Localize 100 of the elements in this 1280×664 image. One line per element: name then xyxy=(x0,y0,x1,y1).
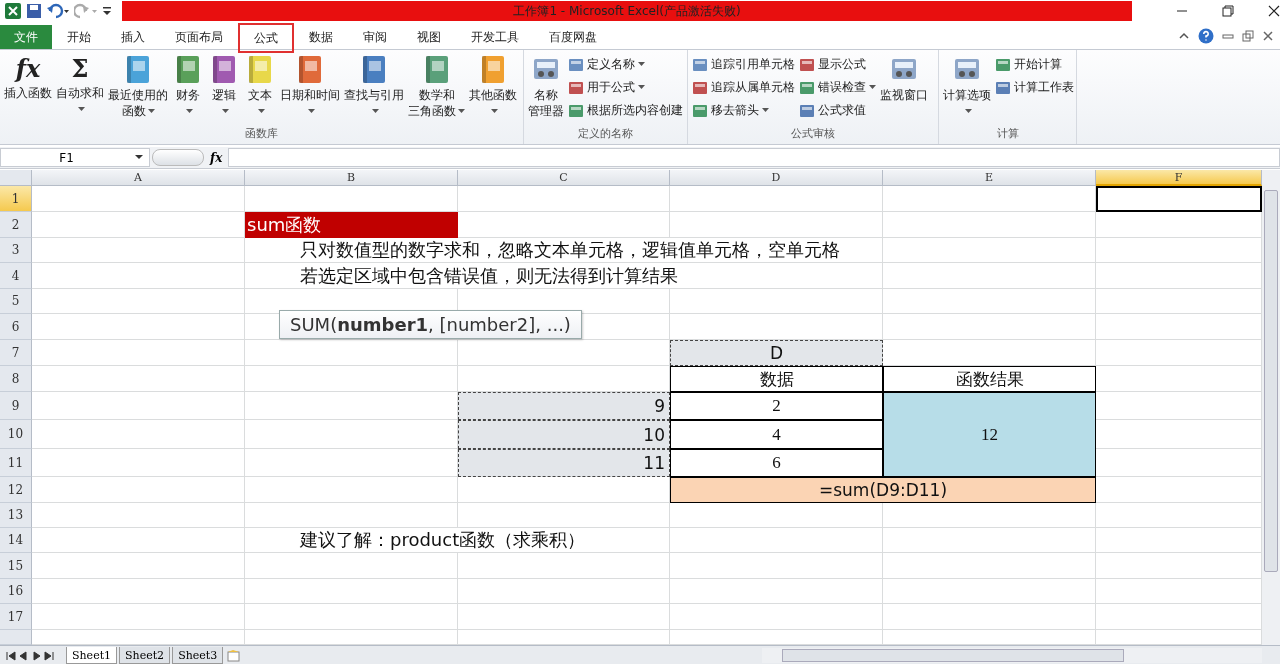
row-header[interactable]: 13 xyxy=(0,503,32,528)
ribbon-button[interactable]: 逻辑 xyxy=(206,53,242,119)
row-number-cell: 11 xyxy=(458,449,670,477)
card-icon xyxy=(995,56,1011,73)
row-header[interactable]: 5 xyxy=(0,289,32,314)
ribbon-button[interactable]: 名称 管理器 xyxy=(526,53,566,119)
ribbon-button[interactable]: 错误检查 xyxy=(797,76,878,99)
row-header[interactable]: 8 xyxy=(0,366,32,392)
ribbon-button[interactable]: 查找与引用 xyxy=(342,53,406,119)
ribbon-tab[interactable]: 开发工具 xyxy=(456,25,534,49)
column-header[interactable]: B xyxy=(245,170,458,186)
window-title: 工作簿1 - Microsoft Excel(产品激活失败) xyxy=(122,1,1132,21)
row-number-cell: 9 xyxy=(458,392,670,420)
title-cell: sum函数 xyxy=(245,212,458,238)
row-header[interactable]: 17 xyxy=(0,604,32,630)
ribbon-button[interactable]: 文本 xyxy=(242,53,278,119)
group-label: 计算 xyxy=(995,126,1020,142)
row-header[interactable]: 7 xyxy=(0,340,32,366)
ribbon-tab[interactable]: 公式 xyxy=(238,23,294,53)
table-header-cell: 数据 xyxy=(670,366,883,392)
ribbon-button[interactable]: 根据所选内容创建 xyxy=(566,99,685,122)
row-header[interactable]: 12 xyxy=(0,477,32,503)
column-header[interactable]: C xyxy=(458,170,670,186)
ribbon-button[interactable]: fx 插入函数 xyxy=(2,53,54,101)
row-header[interactable]: 3 xyxy=(0,238,32,263)
ribbon-button[interactable]: 计算选项 xyxy=(941,53,993,119)
sheet-tab[interactable]: Sheet2 xyxy=(119,647,171,664)
row-header[interactable]: 15 xyxy=(0,553,32,579)
row-header[interactable]: 11 xyxy=(0,449,32,477)
ribbon-tab[interactable]: 插入 xyxy=(106,25,160,49)
formula-input[interactable] xyxy=(228,148,1280,167)
table-cell: 2 xyxy=(670,392,883,420)
note-text: 只对数值型的数字求和，忽略文本单元格，逻辑值单元格，空单元格 xyxy=(300,238,842,262)
ribbon-tab[interactable]: 视图 xyxy=(402,25,456,49)
ribbon-tab[interactable]: 页面布局 xyxy=(160,25,238,49)
ribbon-button[interactable]: 定义名称 xyxy=(566,53,685,76)
card-icon xyxy=(799,102,815,119)
ribbon-button[interactable]: 计算工作表 xyxy=(993,76,1076,99)
group-label: 定义的名称 xyxy=(577,126,634,142)
column-header[interactable]: D xyxy=(670,170,883,186)
card-icon xyxy=(799,79,815,96)
table-header-cell: 函数结果 xyxy=(883,366,1096,392)
row-header[interactable]: 1 xyxy=(0,186,32,212)
ribbon-button[interactable]: 开始计算 xyxy=(993,53,1076,76)
close-icon[interactable] xyxy=(1268,5,1280,17)
ribbon-button[interactable]: 公式求值 xyxy=(797,99,878,122)
row-header[interactable]: 16 xyxy=(0,579,32,604)
result-cell: 12 xyxy=(883,392,1096,477)
help-icon[interactable] xyxy=(1198,28,1214,44)
save-icon[interactable] xyxy=(26,3,42,19)
ribbon-button[interactable]: 显示公式 xyxy=(797,53,878,76)
active-cell-outline[interactable] xyxy=(1096,186,1262,212)
card-icon xyxy=(568,79,584,96)
table-cell: 4 xyxy=(670,420,883,449)
column-header[interactable]: A xyxy=(32,170,245,186)
card-icon xyxy=(692,79,708,96)
ribbon-button[interactable]: 数学和 三角函数 xyxy=(406,53,467,119)
file-tab[interactable]: 文件 xyxy=(0,25,52,49)
ribbon-button[interactable]: 移去箭头 xyxy=(690,99,797,122)
row-header[interactable]: 2 xyxy=(0,212,32,238)
row-header[interactable]: 4 xyxy=(0,263,32,289)
name-box[interactable]: F1 xyxy=(0,148,150,167)
column-header[interactable]: F xyxy=(1096,170,1262,186)
sheet-tab[interactable]: Sheet1 xyxy=(66,647,118,664)
ribbon-button[interactable]: 监视窗口 xyxy=(878,53,930,103)
group-label: 函数库 xyxy=(244,126,279,142)
note-text: 若选定区域中包含错误值，则无法得到计算结果 xyxy=(300,263,680,288)
column-letter-cell: D xyxy=(670,340,883,366)
ribbon-tab[interactable]: 数据 xyxy=(294,25,348,49)
ribbon-button[interactable]: 用于公式 xyxy=(566,76,685,99)
undo-icon[interactable] xyxy=(46,3,70,19)
card-icon xyxy=(568,56,584,73)
insert-function-button[interactable]: fx xyxy=(210,150,223,165)
ribbon-tab[interactable]: 开始 xyxy=(52,25,106,49)
group-label: 公式审核 xyxy=(790,126,836,142)
ribbon-button[interactable]: Σ 自动求和 xyxy=(54,53,106,117)
formula-cell: =sum(D9:D11) xyxy=(670,477,1096,503)
ribbon-tab[interactable]: 百度网盘 xyxy=(534,25,612,49)
ribbon-button[interactable]: 追踪引用单元格 xyxy=(690,53,797,76)
vertical-scrollbar[interactable] xyxy=(1262,170,1280,645)
ribbon-button[interactable]: 财务 xyxy=(170,53,206,119)
row-header[interactable]: 14 xyxy=(0,528,32,553)
restore-icon[interactable] xyxy=(1222,5,1234,17)
ribbon-button[interactable]: 最近使用的 函数 xyxy=(106,53,170,119)
ribbon-tab[interactable]: 审阅 xyxy=(348,25,402,49)
row-header[interactable]: 9 xyxy=(0,392,32,420)
table-cell: 6 xyxy=(670,449,883,477)
ribbon-button[interactable]: 追踪从属单元格 xyxy=(690,76,797,99)
card-icon xyxy=(692,56,708,73)
sheet-tab[interactable]: Sheet3 xyxy=(172,647,224,664)
restore-icon[interactable] xyxy=(1242,30,1254,42)
card-icon xyxy=(995,79,1011,96)
horizontal-scrollbar[interactable] xyxy=(762,648,1262,663)
resize-handle[interactable] xyxy=(152,149,204,166)
column-header[interactable]: E xyxy=(883,170,1096,186)
row-header[interactable]: 10 xyxy=(0,420,32,449)
ribbon-button[interactable]: 日期和时间 xyxy=(278,53,342,119)
card-icon xyxy=(692,102,708,119)
row-header[interactable]: 6 xyxy=(0,314,32,340)
ribbon-button[interactable]: 其他函数 xyxy=(467,53,519,119)
